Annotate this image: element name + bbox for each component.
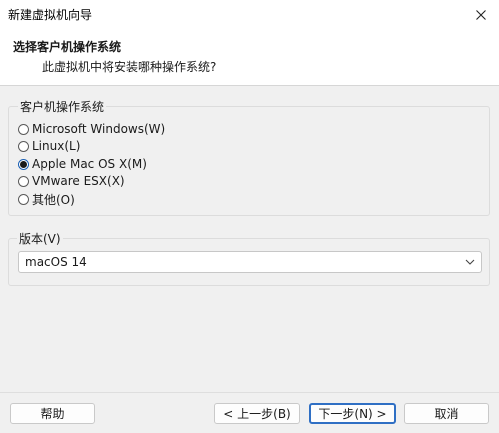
radio-label: VMware ESX(X) bbox=[32, 174, 125, 188]
radio-vmware-esx[interactable]: VMware ESX(X) bbox=[18, 173, 125, 189]
radio-windows[interactable]: Microsoft Windows(W) bbox=[18, 121, 165, 137]
help-button[interactable]: 帮助 bbox=[10, 403, 95, 424]
wizard-header: 选择客户机操作系统 此虚拟机中将安装哪种操作系统? bbox=[0, 29, 499, 86]
radio-label: Apple Mac OS X(M) bbox=[32, 157, 147, 171]
version-group-label: 版本(V) bbox=[17, 230, 63, 247]
back-button[interactable]: < 上一步(B) bbox=[214, 403, 300, 424]
radio-button[interactable] bbox=[18, 175, 29, 187]
close-icon[interactable] bbox=[467, 0, 495, 29]
version-select-value: macOS 14 bbox=[25, 255, 87, 269]
radio-mac-os[interactable]: Apple Mac OS X(M) bbox=[18, 156, 147, 172]
chevron-down-icon bbox=[465, 256, 475, 270]
cancel-button[interactable]: 取消 bbox=[404, 403, 489, 424]
radio-button[interactable] bbox=[18, 123, 29, 135]
radio-linux[interactable]: Linux(L) bbox=[18, 138, 80, 154]
guest-os-group-label: 客户机操作系统 bbox=[18, 98, 107, 115]
version-group: 版本(V) macOS 14 bbox=[8, 230, 490, 286]
new-vm-wizard-window: 新建虚拟机向导 选择客户机操作系统 此虚拟机中将安装哪种操作系统? 客户机操作系… bbox=[0, 0, 499, 433]
radio-button[interactable] bbox=[18, 140, 29, 152]
guest-os-group: 客户机操作系统 Microsoft Windows(W) Linux(L) Ap… bbox=[8, 98, 490, 216]
radio-label: Microsoft Windows(W) bbox=[32, 122, 166, 136]
footer-divider bbox=[0, 392, 499, 393]
version-select[interactable]: macOS 14 bbox=[18, 251, 482, 273]
radio-button[interactable] bbox=[18, 193, 29, 205]
radio-label: 其他(O) bbox=[32, 192, 75, 207]
page-title: 选择客户机操作系统 bbox=[13, 40, 122, 54]
window-title: 新建虚拟机向导 bbox=[8, 8, 93, 22]
title-bar: 新建虚拟机向导 bbox=[0, 0, 499, 29]
radio-label: Linux(L) bbox=[32, 139, 81, 153]
page-subtitle: 此虚拟机中将安装哪种操作系统? bbox=[42, 60, 217, 74]
radio-button-checked[interactable] bbox=[18, 158, 29, 170]
radio-other[interactable]: 其他(O) bbox=[18, 191, 75, 207]
next-button[interactable]: 下一步(N) > bbox=[309, 403, 396, 424]
